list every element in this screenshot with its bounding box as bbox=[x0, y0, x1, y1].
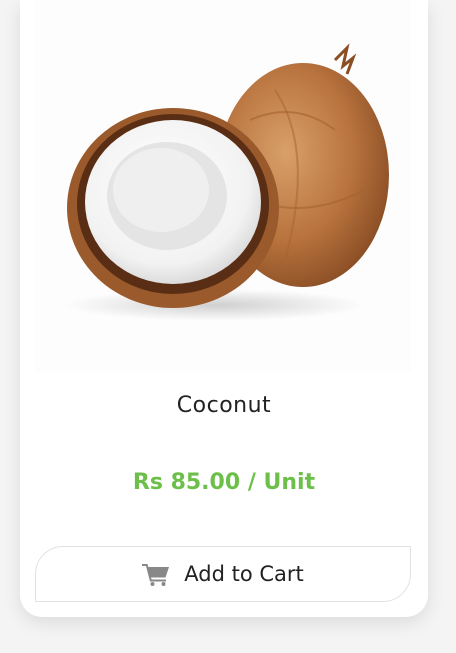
add-to-cart-button[interactable]: Add to Cart bbox=[35, 546, 411, 602]
product-price: Rs 85.00 / Unit bbox=[132, 470, 316, 495]
product-image[interactable] bbox=[35, 0, 411, 372]
add-to-cart-label: Add to Cart bbox=[184, 562, 304, 586]
product-card: Coconut Rs 85.00 / Unit Add to Cart bbox=[20, 0, 428, 617]
product-name: Coconut bbox=[176, 393, 272, 418]
shopping-cart-icon bbox=[142, 562, 170, 586]
coconut-illustration bbox=[65, 43, 389, 321]
